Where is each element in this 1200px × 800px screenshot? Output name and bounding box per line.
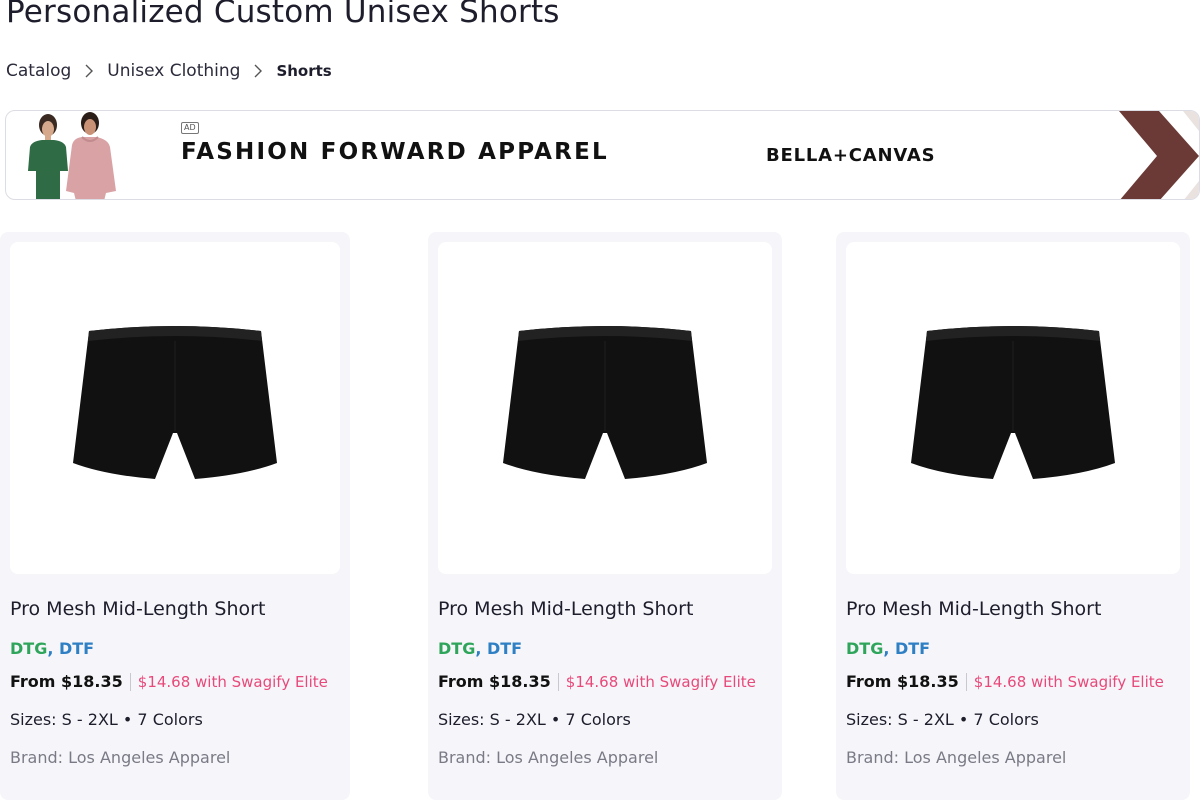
shorts-image (503, 326, 707, 479)
print-methods: DTG, DTF (846, 639, 930, 658)
method-separator: , (47, 639, 54, 658)
product-image[interactable] (438, 242, 772, 574)
chevron-right-icon (1119, 111, 1199, 199)
price-from: From $18.35 (438, 672, 551, 691)
method-dtf: DTF (486, 639, 523, 658)
breadcrumb: Catalog Unisex Clothing Shorts (6, 58, 332, 84)
method-separator: , (883, 639, 890, 658)
shorts-image (911, 326, 1115, 479)
product-card[interactable]: Pro Mesh Mid-Length Short DTG, DTF From … (836, 232, 1190, 800)
brand-label: Brand: Los Angeles Apparel (846, 748, 1067, 767)
method-dtg: DTG (438, 639, 476, 658)
product-title[interactable]: Pro Mesh Mid-Length Short (10, 598, 265, 620)
price-row: From $18.35 $14.68 with Swagify Elite (10, 672, 328, 691)
method-separator: , (475, 639, 482, 658)
price-divider (965, 672, 967, 691)
sizes-colors: Sizes: S - 2XL • 7 Colors (438, 710, 631, 729)
price-divider (129, 672, 131, 691)
product-title[interactable]: Pro Mesh Mid-Length Short (846, 598, 1101, 620)
price-row: From $18.35 $14.68 with Swagify Elite (846, 672, 1164, 691)
print-methods: DTG, DTF (10, 639, 94, 658)
product-title[interactable]: Pro Mesh Mid-Length Short (438, 598, 693, 620)
price-divider (557, 672, 559, 691)
price-from: From $18.35 (10, 672, 123, 691)
brand-label: Brand: Los Angeles Apparel (438, 748, 659, 767)
breadcrumb-catalog-link[interactable]: Catalog (6, 61, 71, 81)
product-card[interactable]: Pro Mesh Mid-Length Short DTG, DTF From … (0, 232, 350, 800)
sizes-colors: Sizes: S - 2XL • 7 Colors (846, 710, 1039, 729)
chevron-right-icon (253, 63, 263, 79)
page-title: Personalized Custom Unisex Shorts (6, 0, 560, 30)
price-row: From $18.35 $14.68 with Swagify Elite (438, 672, 756, 691)
ad-badge: AD (181, 122, 199, 134)
print-methods: DTG, DTF (438, 639, 522, 658)
price-elite: $14.68 with Swagify Elite (565, 672, 756, 691)
shorts-image (73, 326, 277, 479)
breadcrumb-current: Shorts (276, 62, 332, 80)
ad-banner[interactable]: AD FASHION FORWARD APPAREL BELLA+CANVAS (5, 110, 1200, 200)
method-dtg: DTG (10, 639, 48, 658)
price-elite: $14.68 with Swagify Elite (137, 672, 328, 691)
ad-headline: FASHION FORWARD APPAREL (181, 139, 609, 165)
method-dtf: DTF (894, 639, 931, 658)
method-dtg: DTG (846, 639, 884, 658)
chevron-right-icon (84, 63, 94, 79)
price-from: From $18.35 (846, 672, 959, 691)
price-elite: $14.68 with Swagify Elite (973, 672, 1164, 691)
product-card[interactable]: Pro Mesh Mid-Length Short DTG, DTF From … (428, 232, 782, 800)
ad-brand-logo: BELLA+CANVAS (766, 145, 936, 166)
brand-label: Brand: Los Angeles Apparel (10, 748, 231, 767)
breadcrumb-unisex-clothing-link[interactable]: Unisex Clothing (107, 61, 240, 81)
ad-models-image (28, 112, 116, 199)
method-dtf: DTF (58, 639, 95, 658)
product-image[interactable] (10, 242, 340, 574)
product-image[interactable] (846, 242, 1180, 574)
sizes-colors: Sizes: S - 2XL • 7 Colors (10, 710, 203, 729)
